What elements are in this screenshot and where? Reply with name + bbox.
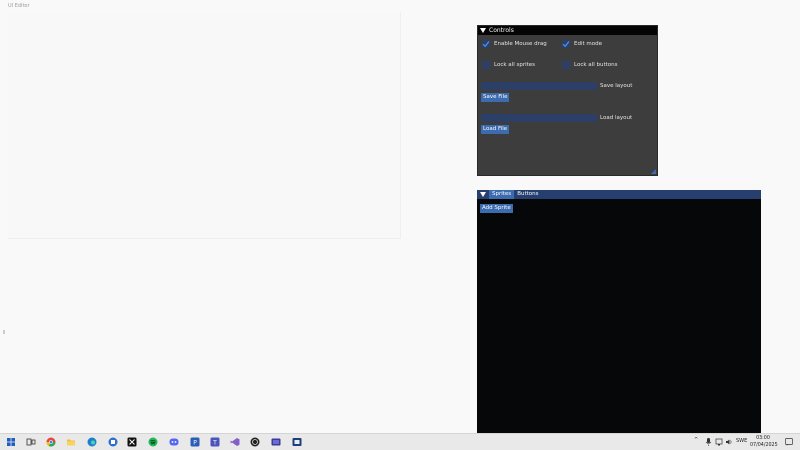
chrome-icon[interactable] — [46, 437, 56, 447]
lock-all-buttons-checkbox[interactable] — [562, 61, 570, 69]
lock-all-sprites-row[interactable]: Lock all sprites — [482, 61, 535, 69]
load-file-button[interactable]: Load File — [481, 125, 510, 134]
controls-panel: Controls Enable Mouse drag Edit mode Loc… — [477, 25, 658, 176]
enable-mouse-drag-row[interactable]: Enable Mouse drag — [482, 40, 547, 48]
edit-mode-row[interactable]: Edit mode — [562, 40, 602, 48]
windows-icon[interactable] — [6, 437, 16, 447]
tab-sprites[interactable]: Sprites — [489, 190, 515, 199]
app-icon[interactable] — [271, 437, 281, 447]
sprites-tab-bar: Sprites Buttons — [477, 190, 761, 199]
app-icon[interactable] — [108, 437, 118, 447]
edge-marker — [3, 330, 5, 334]
clock[interactable]: 03:00 07/04/2025 — [750, 435, 778, 449]
clock-time: 03:00 — [756, 436, 770, 441]
checkmark-icon — [482, 41, 490, 48]
lock-all-buttons-label: Lock all buttons — [574, 62, 618, 68]
lock-all-buttons-row[interactable]: Lock all buttons — [562, 61, 617, 69]
notifications-icon[interactable] — [784, 437, 794, 447]
volume-icon[interactable] — [725, 437, 733, 447]
chevron-up-icon[interactable]: ^ — [694, 437, 698, 443]
edit-mode-checkbox[interactable] — [562, 40, 570, 48]
controls-header[interactable]: Controls — [478, 26, 657, 35]
enable-mouse-drag-label: Enable Mouse drag — [494, 41, 547, 47]
spotify-icon[interactable] — [148, 437, 158, 447]
network-icon[interactable] — [715, 437, 723, 447]
load-layout-input[interactable] — [481, 114, 597, 122]
collapse-triangle-icon[interactable] — [480, 28, 486, 33]
load-layout-label: Load layout — [600, 115, 633, 121]
tab-buttons[interactable]: Buttons — [514, 190, 541, 199]
unity-icon[interactable] — [250, 437, 260, 447]
svg-text:P: P — [193, 439, 197, 446]
edge-icon[interactable] — [87, 437, 97, 447]
app-icon[interactable] — [292, 437, 302, 447]
teams-icon[interactable]: T — [210, 437, 220, 447]
capcut-icon[interactable] — [127, 437, 137, 447]
edit-mode-label: Edit mode — [574, 41, 602, 47]
app-window: UI Editor Controls Enable Mouse drag Edi… — [0, 0, 800, 433]
app-title: UI Editor — [8, 3, 30, 9]
taskbar: P T ^ SWE 03:00 07/04/2025 — [0, 433, 800, 450]
app-icon[interactable]: P — [190, 437, 200, 447]
collapse-triangle-icon[interactable] — [480, 192, 486, 197]
save-layout-label: Save layout — [600, 83, 633, 89]
save-file-button[interactable]: Save File — [481, 93, 510, 102]
discord-icon[interactable] — [169, 437, 179, 447]
resize-grip-icon[interactable] — [651, 169, 656, 174]
checkmark-icon — [562, 41, 570, 48]
language-indicator[interactable]: SWE — [736, 438, 747, 444]
add-sprite-button[interactable]: Add Sprite — [480, 204, 513, 213]
task-view-icon[interactable] — [26, 437, 36, 447]
sprites-panel: Sprites Buttons Add Sprite — [477, 190, 761, 433]
clock-date: 07/04/2025 — [750, 443, 778, 448]
canvas-area[interactable] — [8, 12, 401, 239]
save-layout-input[interactable] — [481, 82, 597, 90]
enable-mouse-drag-checkbox[interactable] — [482, 40, 490, 48]
file-explorer-icon[interactable] — [66, 437, 76, 447]
visual-studio-icon[interactable] — [230, 437, 240, 447]
svg-text:T: T — [212, 439, 217, 446]
lock-all-sprites-checkbox[interactable] — [482, 61, 490, 69]
controls-title: Controls — [489, 27, 514, 34]
lock-all-sprites-label: Lock all sprites — [494, 62, 536, 68]
microphone-icon[interactable] — [705, 437, 712, 447]
